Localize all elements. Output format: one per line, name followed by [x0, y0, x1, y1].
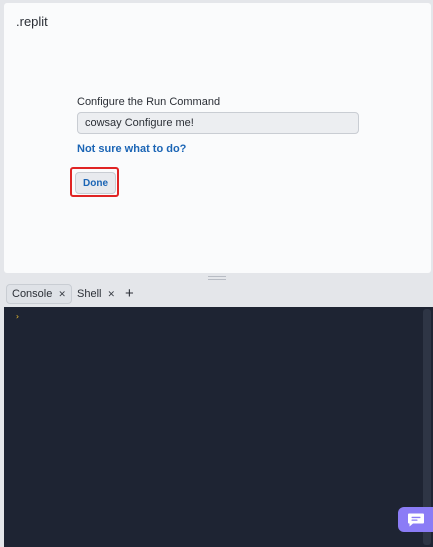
- add-tab-button[interactable]: +: [125, 284, 134, 304]
- config-panel: .replit Configure the Run Command Not su…: [4, 3, 431, 273]
- chat-button[interactable]: [398, 507, 433, 532]
- tab-console[interactable]: Console ✕: [6, 284, 72, 304]
- terminal-tabbar: Console ✕ Shell ✕ +: [4, 282, 431, 306]
- done-button[interactable]: Done: [75, 172, 116, 194]
- tab-label: Console: [12, 288, 53, 300]
- file-title: .replit: [16, 14, 48, 29]
- close-icon[interactable]: ✕: [58, 289, 66, 300]
- tab-label: Shell: [77, 288, 102, 300]
- run-command-label: Configure the Run Command: [77, 96, 221, 108]
- run-command-input[interactable]: [77, 112, 359, 134]
- console-output[interactable]: ›: [4, 307, 433, 547]
- help-link[interactable]: Not sure what to do?: [77, 143, 186, 155]
- panel-resize-handle[interactable]: [208, 276, 226, 280]
- tab-shell[interactable]: Shell ✕: [77, 284, 115, 304]
- chat-icon: [407, 513, 424, 526]
- prompt-icon: ›: [15, 312, 20, 321]
- close-icon[interactable]: ✕: [107, 289, 115, 300]
